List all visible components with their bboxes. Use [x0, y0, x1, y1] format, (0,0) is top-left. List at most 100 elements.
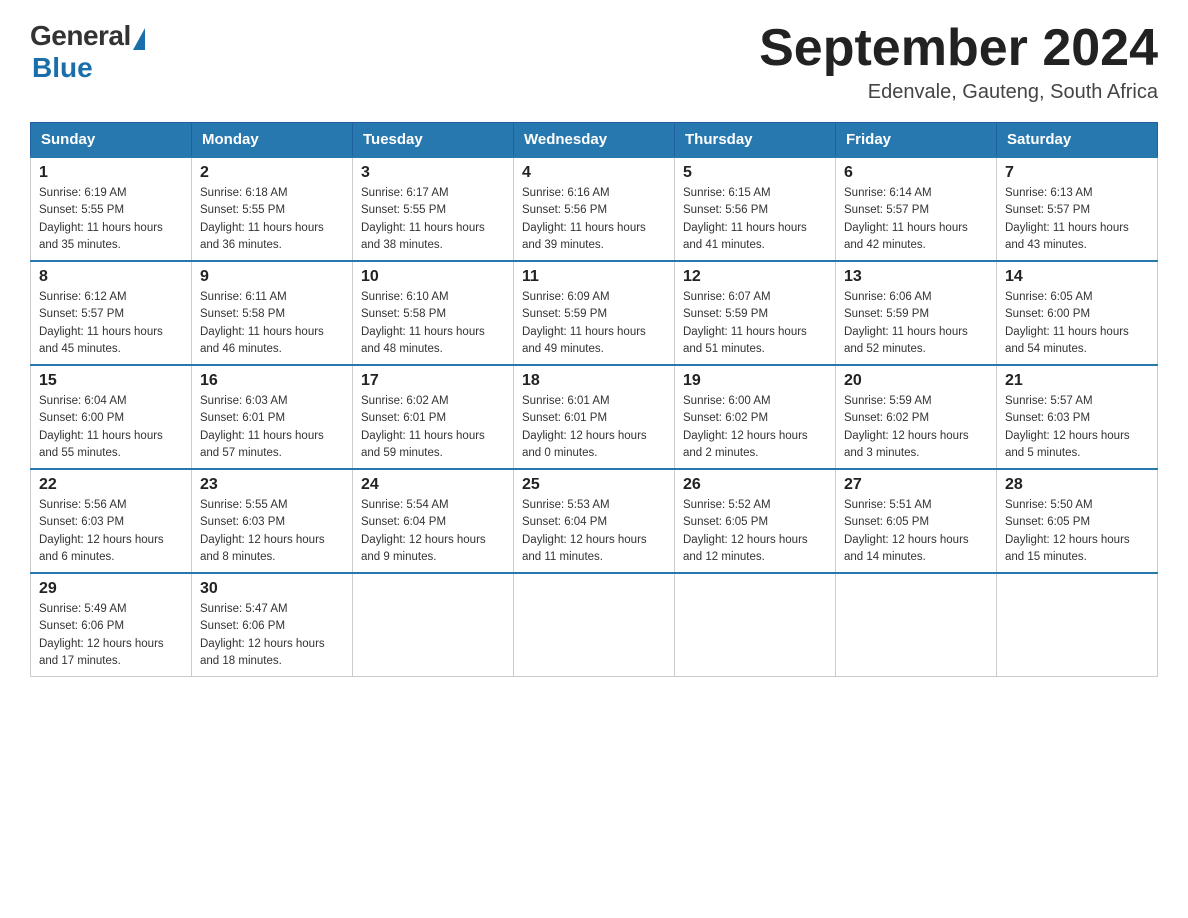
day-info: Sunrise: 6:07 AMSunset: 5:59 PMDaylight:… — [683, 289, 827, 358]
day-number: 29 — [39, 580, 183, 598]
day-number: 26 — [683, 476, 827, 494]
day-cell-18: 18Sunrise: 6:01 AMSunset: 6:01 PMDayligh… — [514, 365, 675, 469]
day-info: Sunrise: 6:15 AMSunset: 5:56 PMDaylight:… — [683, 185, 827, 254]
day-number: 30 — [200, 580, 344, 598]
day-cell-16: 16 Sunrise: 6:03 AMSunset: 6:01 PMDayligh… — [192, 365, 353, 469]
calendar-header-friday: Friday — [836, 123, 997, 158]
day-number: 22 — [39, 476, 183, 494]
day-info: Sunrise: 5:56 AMSunset: 6:03 PMDaylight:… — [39, 497, 183, 566]
day-number: 9 — [200, 268, 344, 286]
day-number: 1 — [39, 164, 183, 182]
day-info: Sunrise: 6:12 AMSunset: 5:57 PMDaylight:… — [39, 289, 183, 358]
logo-blue-text: Blue — [32, 52, 93, 84]
empty-cell — [514, 573, 675, 677]
empty-cell — [353, 573, 514, 677]
day-number: 28 — [1005, 476, 1149, 494]
day-info: Sunrise: 6:05 AMSunset: 6:00 PMDaylight:… — [1005, 289, 1149, 358]
week-row-2: 8 Sunrise: 6:12 AMSunset: 5:57 PMDaylight… — [31, 261, 1158, 365]
calendar-header-thursday: Thursday — [675, 123, 836, 158]
calendar-header-tuesday: Tuesday — [353, 123, 514, 158]
day-info: Sunrise: 5:59 AMSunset: 6:02 PMDaylight:… — [844, 393, 988, 462]
header: General Blue September 2024 Edenvale, Ga… — [30, 20, 1158, 104]
day-cell-9: 9Sunrise: 6:11 AMSunset: 5:58 PMDaylight… — [192, 261, 353, 365]
day-info: Sunrise: 6:19 AMSunset: 5:55 PMDaylight:… — [39, 185, 183, 254]
day-info: Sunrise: 6:10 AMSunset: 5:58 PMDaylight:… — [361, 289, 505, 358]
day-number: 12 — [683, 268, 827, 286]
day-number: 2 — [200, 164, 344, 182]
day-number: 7 — [1005, 164, 1149, 182]
day-info: Sunrise: 6:17 AMSunset: 5:55 PMDaylight:… — [361, 185, 505, 254]
day-info: Sunrise: 6:16 AMSunset: 5:56 PMDaylight:… — [522, 185, 666, 254]
day-info: Sunrise: 6:00 AMSunset: 6:02 PMDaylight:… — [683, 393, 827, 462]
day-info: Sunrise: 5:54 AMSunset: 6:04 PMDaylight:… — [361, 497, 505, 566]
day-number: 15 — [39, 372, 183, 390]
day-cell-14: 14 Sunrise: 6:05 AMSunset: 6:00 PMDayligh… — [997, 261, 1158, 365]
day-info: Sunrise: 6:09 AMSunset: 5:59 PMDaylight:… — [522, 289, 666, 358]
day-cell-23: 23 Sunrise: 5:55 AMSunset: 6:03 PMDayligh… — [192, 469, 353, 573]
day-info: Sunrise: 6:18 AMSunset: 5:55 PMDaylight:… — [200, 185, 344, 254]
day-number: 14 — [1005, 268, 1149, 286]
day-info: Sunrise: 5:57 AMSunset: 6:03 PMDaylight:… — [1005, 393, 1149, 462]
day-cell-10: 10 Sunrise: 6:10 AMSunset: 5:58 PMDayligh… — [353, 261, 514, 365]
week-row-4: 22 Sunrise: 5:56 AMSunset: 6:03 PMDayligh… — [31, 469, 1158, 573]
day-info: Sunrise: 6:02 AMSunset: 6:01 PMDaylight:… — [361, 393, 505, 462]
day-cell-7: 7 Sunrise: 6:13 AMSunset: 5:57 PMDaylight… — [997, 157, 1158, 261]
day-info: Sunrise: 6:03 AMSunset: 6:01 PMDaylight:… — [200, 393, 344, 462]
day-number: 11 — [522, 268, 666, 286]
day-number: 19 — [683, 372, 827, 390]
day-cell-12: 12 Sunrise: 6:07 AMSunset: 5:59 PMDayligh… — [675, 261, 836, 365]
day-number: 27 — [844, 476, 988, 494]
day-number: 23 — [200, 476, 344, 494]
empty-cell — [836, 573, 997, 677]
calendar-header-wednesday: Wednesday — [514, 123, 675, 158]
day-info: Sunrise: 6:06 AMSunset: 5:59 PMDaylight:… — [844, 289, 988, 358]
day-cell-6: 6Sunrise: 6:14 AMSunset: 5:57 PMDaylight… — [836, 157, 997, 261]
day-cell-22: 22 Sunrise: 5:56 AMSunset: 6:03 PMDayligh… — [31, 469, 192, 573]
day-cell-13: 13 Sunrise: 6:06 AMSunset: 5:59 PMDayligh… — [836, 261, 997, 365]
day-cell-4: 4Sunrise: 6:16 AMSunset: 5:56 PMDaylight… — [514, 157, 675, 261]
day-cell-24: 24Sunrise: 5:54 AMSunset: 6:04 PMDayligh… — [353, 469, 514, 573]
day-number: 8 — [39, 268, 183, 286]
day-number: 13 — [844, 268, 988, 286]
day-info: Sunrise: 5:49 AMSunset: 6:06 PMDaylight:… — [39, 601, 183, 670]
day-number: 17 — [361, 372, 505, 390]
week-row-3: 15 Sunrise: 6:04 AMSunset: 6:00 PMDayligh… — [31, 365, 1158, 469]
empty-cell — [997, 573, 1158, 677]
calendar-header-row: SundayMondayTuesdayWednesdayThursdayFrid… — [31, 123, 1158, 158]
day-cell-11: 11 Sunrise: 6:09 AMSunset: 5:59 PMDayligh… — [514, 261, 675, 365]
day-info: Sunrise: 6:01 AMSunset: 6:01 PMDaylight:… — [522, 393, 666, 462]
day-number: 16 — [200, 372, 344, 390]
calendar-header-monday: Monday — [192, 123, 353, 158]
day-cell-5: 5 Sunrise: 6:15 AMSunset: 5:56 PMDaylight… — [675, 157, 836, 261]
day-number: 20 — [844, 372, 988, 390]
day-number: 21 — [1005, 372, 1149, 390]
logo: General Blue — [30, 20, 145, 84]
logo-triangle-icon — [133, 28, 145, 50]
day-cell-17: 17 Sunrise: 6:02 AMSunset: 6:01 PMDayligh… — [353, 365, 514, 469]
day-cell-27: 27 Sunrise: 5:51 AMSunset: 6:05 PMDayligh… — [836, 469, 997, 573]
day-info: Sunrise: 6:13 AMSunset: 5:57 PMDaylight:… — [1005, 185, 1149, 254]
day-cell-20: 20 Sunrise: 5:59 AMSunset: 6:02 PMDayligh… — [836, 365, 997, 469]
day-cell-29: 29 Sunrise: 5:49 AMSunset: 6:06 PMDayligh… — [31, 573, 192, 677]
day-cell-15: 15 Sunrise: 6:04 AMSunset: 6:00 PMDayligh… — [31, 365, 192, 469]
logo-general-text: General — [30, 20, 131, 52]
day-number: 5 — [683, 164, 827, 182]
day-number: 10 — [361, 268, 505, 286]
day-cell-2: 2 Sunrise: 6:18 AMSunset: 5:55 PMDaylight… — [192, 157, 353, 261]
day-cell-8: 8 Sunrise: 6:12 AMSunset: 5:57 PMDaylight… — [31, 261, 192, 365]
title-area: September 2024 Edenvale, Gauteng, South … — [759, 20, 1158, 104]
day-cell-1: 1 Sunrise: 6:19 AMSunset: 5:55 PMDaylight… — [31, 157, 192, 261]
day-info: Sunrise: 6:14 AMSunset: 5:57 PMDaylight:… — [844, 185, 988, 254]
day-info: Sunrise: 6:04 AMSunset: 6:00 PMDaylight:… — [39, 393, 183, 462]
day-cell-3: 3Sunrise: 6:17 AMSunset: 5:55 PMDaylight… — [353, 157, 514, 261]
day-info: Sunrise: 5:47 AMSunset: 6:06 PMDaylight:… — [200, 601, 344, 670]
day-info: Sunrise: 5:51 AMSunset: 6:05 PMDaylight:… — [844, 497, 988, 566]
day-info: Sunrise: 5:55 AMSunset: 6:03 PMDaylight:… — [200, 497, 344, 566]
calendar-header-sunday: Sunday — [31, 123, 192, 158]
month-title: September 2024 — [759, 20, 1158, 77]
calendar-table: SundayMondayTuesdayWednesdayThursdayFrid… — [30, 122, 1158, 677]
week-row-5: 29 Sunrise: 5:49 AMSunset: 6:06 PMDayligh… — [31, 573, 1158, 677]
day-info: Sunrise: 5:53 AMSunset: 6:04 PMDaylight:… — [522, 497, 666, 566]
empty-cell — [675, 573, 836, 677]
day-cell-28: 28Sunrise: 5:50 AMSunset: 6:05 PMDayligh… — [997, 469, 1158, 573]
